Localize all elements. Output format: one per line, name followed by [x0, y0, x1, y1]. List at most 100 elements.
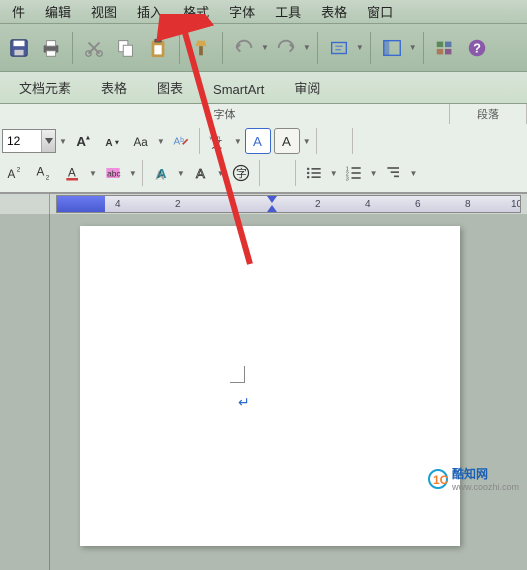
- phonetic-guide-button[interactable]: wén文: [205, 128, 231, 154]
- menu-insert[interactable]: 插入: [127, 0, 173, 24]
- svg-text:2: 2: [17, 166, 21, 173]
- svg-text:A: A: [8, 168, 16, 181]
- chevron-down-icon[interactable]: ▼: [177, 169, 185, 178]
- svg-text:A: A: [68, 166, 76, 179]
- svg-text:A: A: [253, 134, 262, 149]
- undo-button[interactable]: [229, 33, 259, 63]
- sidebar-button[interactable]: [377, 33, 407, 63]
- chevron-down-icon[interactable]: ▼: [129, 169, 137, 178]
- svg-text:A: A: [155, 168, 165, 183]
- svg-text:1C: 1C: [433, 473, 448, 487]
- chevron-down-icon[interactable]: [41, 130, 55, 152]
- font-color-button[interactable]: A: [60, 160, 86, 186]
- chevron-down-icon[interactable]: ▼: [303, 137, 311, 146]
- style-a-button[interactable]: A: [245, 128, 271, 154]
- menu-view[interactable]: 视图: [81, 0, 127, 24]
- save-button[interactable]: [4, 33, 34, 63]
- watermark: 1C 酷知网 www.coozhi.com: [428, 465, 519, 492]
- menu-edit[interactable]: 编辑: [35, 0, 81, 24]
- menu-table[interactable]: 表格: [311, 0, 357, 24]
- svg-text:2: 2: [46, 175, 50, 182]
- chevron-down-icon[interactable]: ▼: [157, 137, 165, 146]
- font-size-combo[interactable]: [2, 129, 56, 153]
- redo-button[interactable]: [271, 33, 301, 63]
- separator: [295, 160, 296, 186]
- bullet-list-button[interactable]: [301, 160, 327, 186]
- show-all-button[interactable]: [324, 33, 354, 63]
- enclose-char-button[interactable]: 字: [228, 160, 254, 186]
- superscript-button[interactable]: A2: [2, 160, 28, 186]
- chevron-down-icon[interactable]: ▼: [234, 137, 242, 146]
- svg-text:A: A: [37, 166, 45, 179]
- tab-charts[interactable]: 图表: [142, 72, 198, 103]
- separator: [316, 128, 317, 154]
- shrink-font-button[interactable]: A▼: [99, 128, 125, 154]
- tab-doc-elements[interactable]: 文档元素: [4, 72, 86, 103]
- highlight-button[interactable]: abc: [100, 160, 126, 186]
- svg-text:?: ?: [473, 40, 481, 55]
- font-size-input[interactable]: [3, 134, 41, 148]
- chevron-down-icon[interactable]: ▼: [59, 137, 67, 146]
- print-button[interactable]: [36, 33, 66, 63]
- separator: [179, 32, 180, 64]
- cut-button[interactable]: [79, 33, 109, 63]
- menu-font[interactable]: 字体: [219, 0, 265, 24]
- grow-font-button[interactable]: A▲: [70, 128, 96, 154]
- subscript-button[interactable]: A2: [31, 160, 57, 186]
- watermark-brand: 酷知网: [452, 465, 519, 482]
- format-painter-button[interactable]: [186, 33, 216, 63]
- text-effect-shadow-button[interactable]: AA: [148, 160, 174, 186]
- ruler-area: 4 2 2 4 6 8 10: [0, 194, 527, 214]
- separator: [72, 32, 73, 64]
- change-case-button[interactable]: Aa: [128, 128, 154, 154]
- svg-text:▲: ▲: [85, 134, 92, 141]
- svg-text:abc: abc: [107, 168, 120, 178]
- gallery-button[interactable]: [430, 33, 460, 63]
- ruler-mark: 4: [365, 199, 371, 210]
- separator: [317, 32, 318, 64]
- ruler-mark: 6: [415, 199, 421, 210]
- chevron-down-icon[interactable]: ▼: [356, 43, 364, 52]
- menu-file[interactable]: 件: [2, 0, 35, 24]
- document-background: ↵: [50, 214, 527, 570]
- numbered-list-button[interactable]: 123: [341, 160, 367, 186]
- svg-text:Aa: Aa: [133, 136, 148, 149]
- document-page[interactable]: ↵: [80, 226, 460, 546]
- tab-review[interactable]: 审阅: [279, 72, 335, 103]
- separator: [352, 128, 353, 154]
- svg-text:3: 3: [345, 177, 348, 183]
- tab-tables[interactable]: 表格: [86, 72, 142, 103]
- paragraph-mark-icon: ↵: [238, 394, 250, 411]
- horizontal-ruler[interactable]: 4 2 2 4 6 8 10: [56, 195, 521, 213]
- paste-button[interactable]: [143, 33, 173, 63]
- chevron-down-icon[interactable]: ▼: [261, 43, 269, 52]
- menu-window[interactable]: 窗口: [357, 0, 403, 24]
- vertical-ruler-gutter: [0, 214, 50, 570]
- ruler-mark: 2: [175, 199, 181, 210]
- hanging-indent-icon[interactable]: [267, 204, 277, 212]
- chevron-down-icon[interactable]: ▼: [330, 169, 338, 178]
- group-font-title: 字体: [0, 104, 450, 124]
- chevron-down-icon[interactable]: ▼: [89, 169, 97, 178]
- chevron-down-icon[interactable]: ▼: [217, 169, 225, 178]
- clear-format-button[interactable]: Aᵇ: [168, 128, 194, 154]
- first-line-indent-icon[interactable]: [267, 196, 277, 204]
- text-effect-outline-button[interactable]: A: [188, 160, 214, 186]
- multilevel-list-button[interactable]: [381, 160, 407, 186]
- separator: [259, 160, 260, 186]
- chevron-down-icon[interactable]: ▼: [303, 43, 311, 52]
- separator: [199, 128, 200, 154]
- separator: [222, 32, 223, 64]
- chevron-down-icon[interactable]: ▼: [370, 169, 378, 178]
- copy-button[interactable]: [111, 33, 141, 63]
- menu-format[interactable]: 格式: [173, 0, 219, 24]
- chevron-down-icon[interactable]: ▼: [409, 43, 417, 52]
- help-button[interactable]: ?: [462, 33, 492, 63]
- menu-tools[interactable]: 工具: [265, 0, 311, 24]
- tab-smartart[interactable]: SmartArt: [198, 75, 279, 103]
- watermark-logo-icon: 1C: [428, 469, 448, 489]
- ruler-corner: [0, 194, 50, 214]
- svg-text:▼: ▼: [114, 139, 121, 146]
- style-a2-button[interactable]: A: [274, 128, 300, 154]
- chevron-down-icon[interactable]: ▼: [410, 169, 418, 178]
